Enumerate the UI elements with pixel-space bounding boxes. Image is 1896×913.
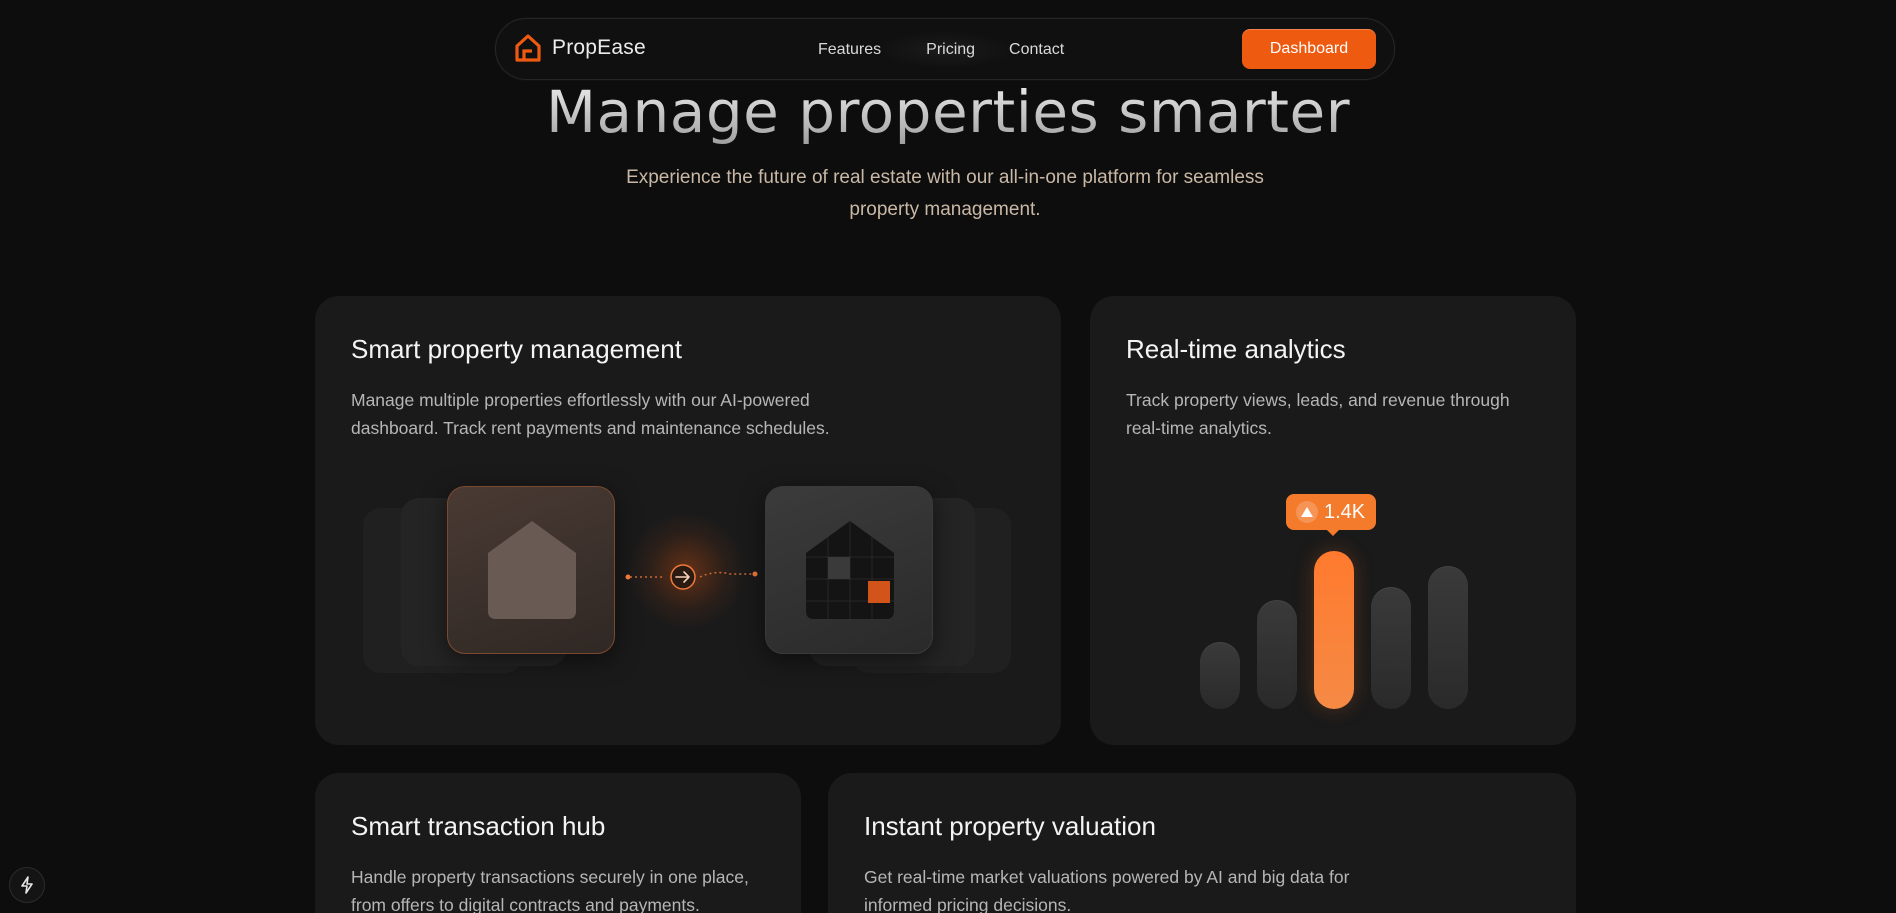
nav-link-contact[interactable]: Contact: [1009, 41, 1064, 59]
card-title: Smart property management: [351, 334, 682, 364]
brand-name: PropEase: [552, 36, 646, 59]
dashboard-button[interactable]: Dashboard: [1242, 29, 1376, 69]
analytics-bar-highlighted: [1314, 551, 1354, 709]
metric-badge-pointer: [1326, 529, 1340, 536]
analytics-bar: [1371, 587, 1411, 709]
nav-links: Features Pricing Contact: [818, 41, 1064, 59]
hero-subtitle-line1: Experience the future of real estate wit…: [626, 167, 1264, 188]
card-description-line1: Handle property transactions securely in…: [351, 867, 749, 887]
brand-logo[interactable]: PropEase: [514, 33, 646, 63]
card-description-line1: Get real-time market valuations powered …: [864, 867, 1350, 887]
page-title: Manage properties smarter: [0, 78, 1896, 146]
feature-card-property-valuation: Instant property valuation Get real-time…: [828, 773, 1576, 913]
arrow-right-circle-icon: [670, 564, 696, 590]
property-tile-front: [447, 486, 615, 654]
smart-property-tile: [765, 486, 933, 654]
metric-badge-value: 1.4K: [1324, 500, 1366, 523]
card-description-line1: Manage multiple properties effortlessly …: [351, 390, 810, 410]
house-icon: [488, 521, 576, 619]
card-description-line2: real-time analytics.: [1126, 418, 1272, 438]
house-outline-icon: [515, 34, 541, 62]
analytics-bar: [1200, 642, 1240, 709]
card-description-line2: dashboard. Track rent payments and maint…: [351, 418, 830, 438]
card-description: Handle property transactions securely in…: [351, 863, 781, 913]
hero-subtitle-line2: property management.: [849, 199, 1041, 220]
analytics-bar: [1257, 600, 1297, 709]
card-description: Get real-time market valuations powered …: [864, 863, 1404, 913]
top-navbar: PropEase Features Pricing Contact Dashbo…: [495, 18, 1395, 80]
feature-card-property-management: Smart property management Manage multipl…: [315, 296, 1061, 745]
card-description: Manage multiple properties effortlessly …: [351, 386, 871, 442]
card-description-line2: informed pricing decisions.: [864, 895, 1072, 913]
lightning-icon: [21, 876, 33, 894]
feature-card-analytics: Real-time analytics Track property views…: [1090, 296, 1576, 745]
card-title: Instant property valuation: [864, 811, 1156, 841]
hero-subtitle: Experience the future of real estate wit…: [590, 162, 1300, 226]
card-description: Track property views, leads, and revenue…: [1126, 386, 1546, 442]
dev-tools-button[interactable]: [9, 867, 45, 903]
analytics-bar: [1428, 566, 1468, 709]
smart-house-grid-icon: [806, 521, 894, 619]
nav-link-features[interactable]: Features: [818, 41, 881, 59]
nav-link-pricing[interactable]: Pricing: [926, 41, 975, 59]
card-description-line1: Track property views, leads, and revenue…: [1126, 390, 1510, 410]
metric-badge: 1.4K: [1286, 494, 1377, 530]
feature-card-transaction-hub: Smart transaction hub Handle property tr…: [315, 773, 801, 913]
card-title: Smart transaction hub: [351, 811, 606, 841]
card-title: Real-time analytics: [1126, 334, 1346, 364]
triangle-up-icon: [1296, 501, 1318, 523]
card-description-line2: from offers to digital contracts and pay…: [351, 895, 700, 913]
sync-connector: [625, 564, 758, 590]
